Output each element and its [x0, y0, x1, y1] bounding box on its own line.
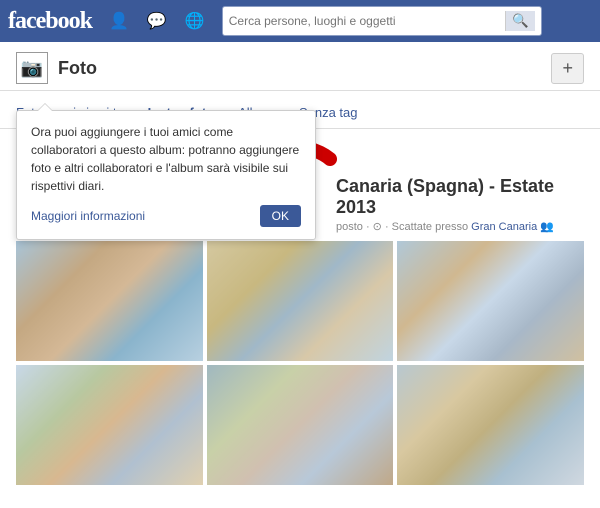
ok-button[interactable]: OK: [260, 205, 301, 227]
globe-icon[interactable]: 🌐: [180, 7, 210, 35]
friends-icon[interactable]: 👤: [104, 7, 134, 35]
tooltip-text: Ora puoi aggiungere i tuoi amici come co…: [31, 123, 301, 195]
search-input[interactable]: [229, 14, 501, 28]
photos-page-icon: 📷: [16, 52, 48, 84]
album-collab-icon: 👥: [540, 221, 554, 233]
navbar: facebook 👤 💬 🌐 🔍: [0, 0, 600, 42]
page-title: Foto: [58, 58, 97, 79]
photo-cell-1[interactable]: [16, 241, 203, 361]
album-location-link[interactable]: Gran Canaria: [471, 221, 537, 233]
more-info-link[interactable]: Maggiori informazioni: [31, 209, 145, 223]
photo-cell-2[interactable]: [207, 241, 394, 361]
album-meta-text: posto · ⊙ · Scattate presso: [336, 221, 468, 233]
photo-cell-3[interactable]: [397, 241, 584, 361]
search-bar: 🔍: [222, 6, 542, 36]
tooltip-footer: Maggiori informazioni OK: [31, 205, 301, 227]
brand-logo[interactable]: facebook: [8, 8, 92, 35]
album-meta: posto · ⊙ · Scattate presso Gran Canaria…: [336, 220, 584, 233]
search-button[interactable]: 🔍: [505, 11, 535, 31]
message-icon[interactable]: 💬: [142, 7, 172, 35]
photo-cell-5[interactable]: [207, 365, 394, 485]
photo-cell-4[interactable]: [16, 365, 203, 485]
page-header: 📷 Foto +: [0, 42, 600, 91]
add-photos-button[interactable]: +: [551, 53, 584, 84]
tooltip-popup: Ora puoi aggiungere i tuoi amici come co…: [16, 110, 316, 240]
album-title: Canaria (Spagna) - Estate 2013: [336, 176, 584, 218]
main-content: 📷 Foto + Foto in cui ci sei tu Le tue fo…: [0, 42, 600, 508]
photo-cell-6[interactable]: [397, 365, 584, 485]
photo-grid: [16, 241, 584, 485]
